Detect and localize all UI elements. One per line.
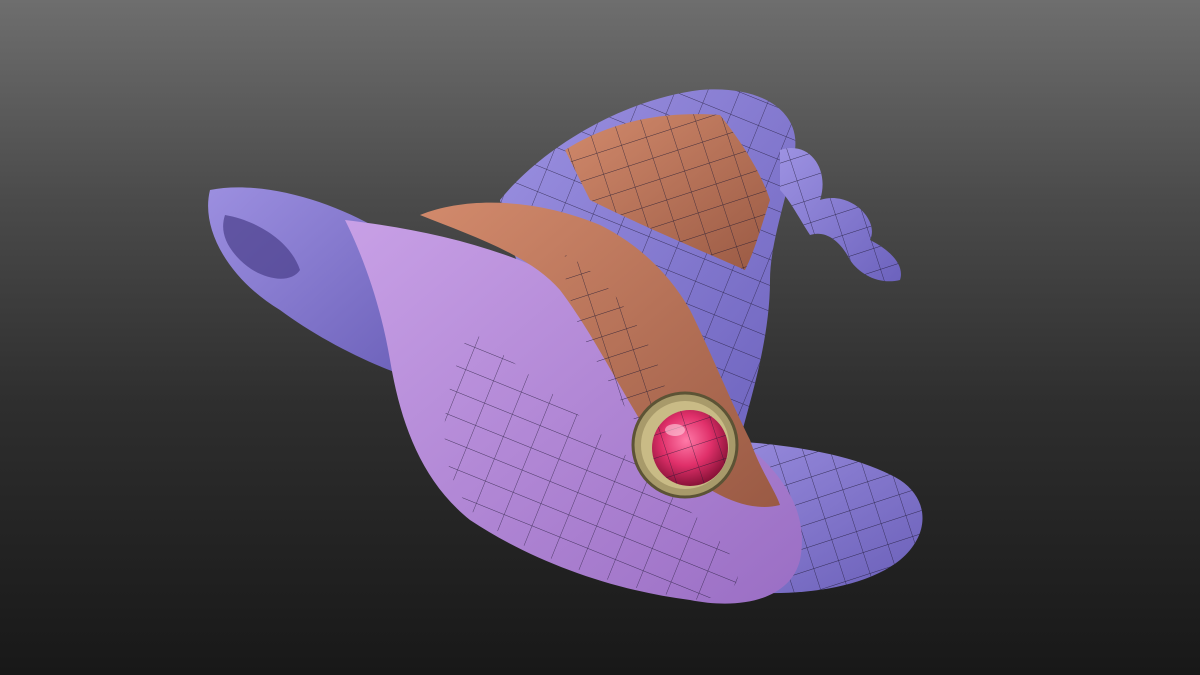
3d-viewport[interactable] xyxy=(0,0,1200,675)
witch-hat-model xyxy=(208,89,923,604)
gem-brooch xyxy=(631,391,739,499)
